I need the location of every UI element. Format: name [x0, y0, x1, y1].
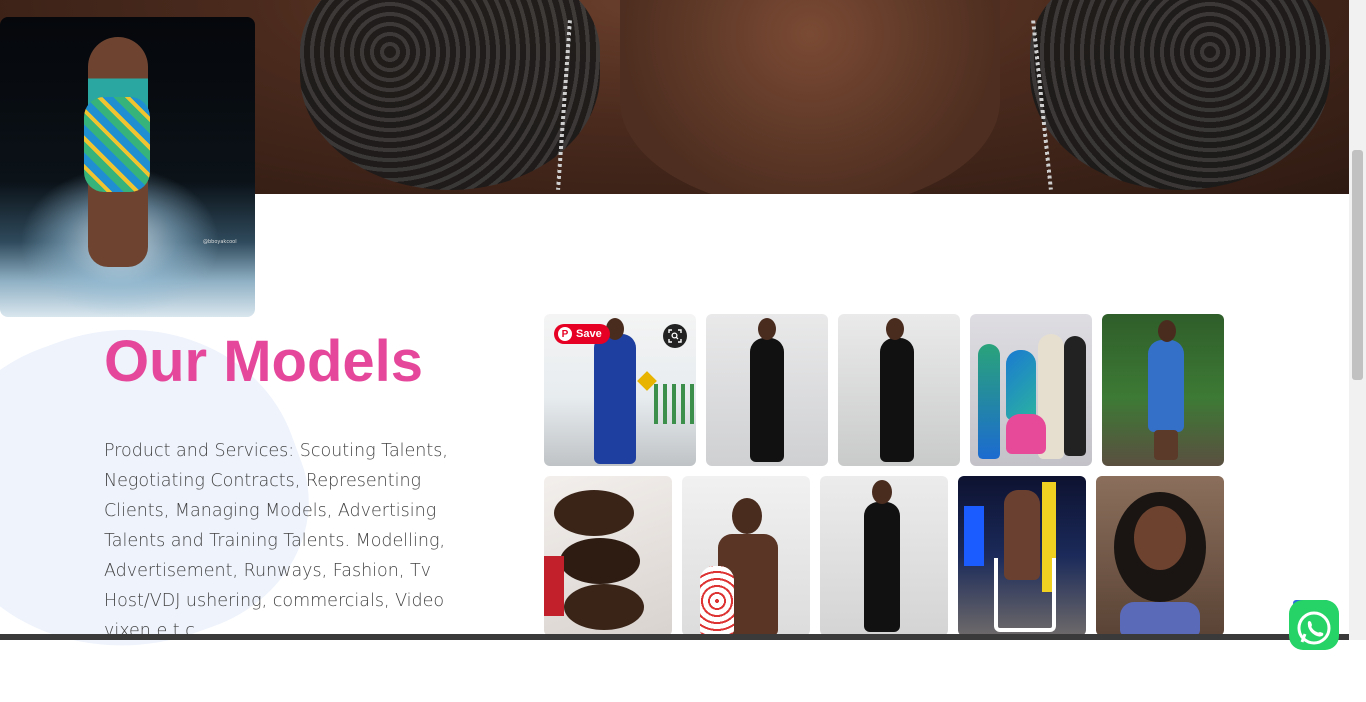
- gallery-tile[interactable]: [1102, 314, 1224, 466]
- hero-hair-left: [300, 0, 600, 190]
- white-chair: [994, 558, 1056, 632]
- model-head: [872, 480, 892, 504]
- section-title: Our Models: [104, 329, 424, 394]
- model-face: [560, 538, 640, 584]
- fence: [654, 384, 696, 424]
- gallery-tile[interactable]: [544, 476, 672, 636]
- whatsapp-button[interactable]: [1289, 600, 1339, 650]
- red-garment: [544, 556, 564, 616]
- gallery-tile[interactable]: [706, 314, 828, 466]
- model-figure: [750, 338, 784, 462]
- model-figure: [1064, 336, 1086, 456]
- gallery-tile[interactable]: [820, 476, 948, 636]
- visual-search-icon: [668, 329, 682, 343]
- featured-model-photo: @bboyakcool: [0, 17, 255, 317]
- gallery-tile[interactable]: [838, 314, 960, 466]
- model-figure: [864, 502, 900, 632]
- gallery-tile[interactable]: [1096, 476, 1224, 636]
- page-scrollbar[interactable]: [1349, 0, 1366, 640]
- model-face: [554, 490, 634, 536]
- bottom-edge-bar: [0, 634, 1349, 640]
- model-head: [1158, 320, 1176, 342]
- blue-light: [964, 506, 984, 566]
- whatsapp-icon: [1297, 611, 1331, 645]
- hero-neck: [620, 0, 1000, 194]
- pinterest-save-button[interactable]: P Save: [554, 324, 610, 344]
- gallery-tile[interactable]: [958, 476, 1086, 636]
- gallery-tile[interactable]: [682, 476, 810, 636]
- model-figure: [594, 334, 636, 464]
- model-figure: [1006, 350, 1036, 420]
- model-face: [1134, 506, 1186, 570]
- model-face: [564, 584, 644, 630]
- model-legs: [1154, 430, 1178, 460]
- gallery-tile[interactable]: [970, 314, 1092, 466]
- model-head: [886, 318, 904, 340]
- save-label: Save: [576, 328, 602, 340]
- model-figure: [880, 338, 914, 462]
- model-head: [732, 498, 762, 534]
- section-description: Product and Services: Scouting Talents, …: [104, 441, 448, 641]
- pinterest-icon: P: [558, 327, 572, 341]
- model-swimsuit: [84, 97, 150, 192]
- visual-search-button[interactable]: [663, 324, 687, 348]
- patterned-garment: [700, 566, 734, 636]
- scrollbar-thumb[interactable]: [1352, 150, 1363, 380]
- model-top: [1120, 602, 1200, 636]
- model-figure: [1148, 340, 1184, 432]
- model-figure: [978, 344, 1000, 459]
- model-head: [758, 318, 776, 340]
- photo-watermark: @bboyakcool: [203, 239, 237, 245]
- model-figure: [1006, 414, 1046, 454]
- hero-hair-right: [1030, 0, 1330, 190]
